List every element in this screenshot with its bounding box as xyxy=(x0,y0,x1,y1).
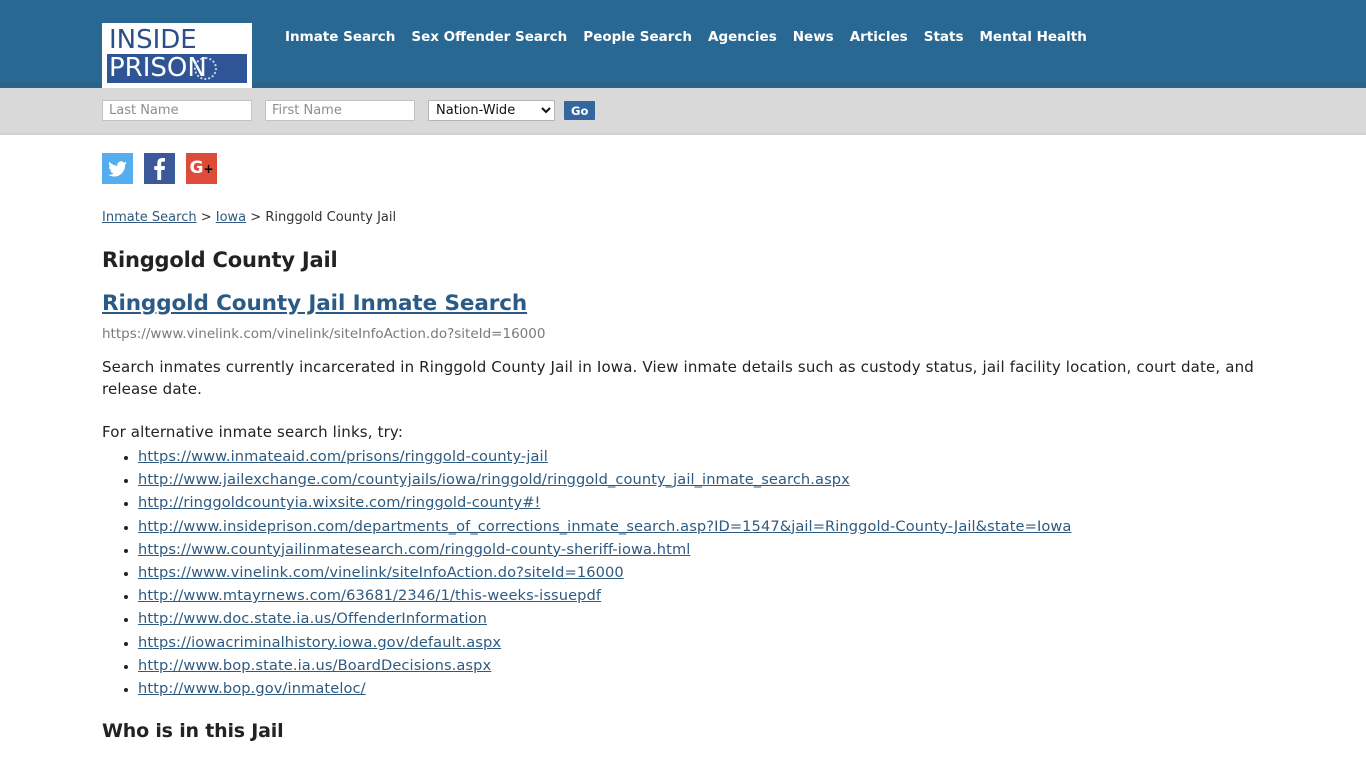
list-item: http://www.bop.state.ia.us/BoardDecision… xyxy=(138,654,1264,677)
twitter-icon[interactable] xyxy=(102,153,133,184)
chain-ring-icon xyxy=(194,57,217,80)
primary-inmate-search-link[interactable]: Ringgold County Jail Inmate Search xyxy=(102,291,527,317)
breadcrumb-separator-1: > xyxy=(196,210,216,225)
nav-item-inmate-search[interactable]: Inmate Search xyxy=(285,29,411,46)
site-header: INSIDE PRISON Inmate Search Sex Offender… xyxy=(0,0,1366,88)
googleplus-icon[interactable]: G + xyxy=(186,153,217,184)
alt-link[interactable]: https://www.countyjailinmatesearch.com/r… xyxy=(138,541,690,558)
breadcrumb-link-inmate-search[interactable]: Inmate Search xyxy=(102,210,197,225)
last-name-input[interactable] xyxy=(102,100,252,121)
list-item: http://www.insideprison.com/departments_… xyxy=(138,515,1264,538)
list-item: https://www.countyjailinmatesearch.com/r… xyxy=(138,538,1264,561)
nav-item-articles[interactable]: Articles xyxy=(850,29,924,46)
main-navigation: Inmate Search Sex Offender Search People… xyxy=(285,29,1087,46)
list-item: http://www.jailexchange.com/countyjails/… xyxy=(138,468,1264,491)
alt-link[interactable]: https://www.inmateaid.com/prisons/ringgo… xyxy=(138,448,548,465)
alt-link[interactable]: https://iowacriminalhistory.iowa.gov/def… xyxy=(138,634,501,651)
breadcrumb-current: Ringgold County Jail xyxy=(265,210,397,225)
alt-link[interactable]: http://www.bop.state.ia.us/BoardDecision… xyxy=(138,657,491,674)
logo-bottom-row: PRISON xyxy=(107,54,247,83)
logo-text-inside: INSIDE xyxy=(109,25,197,55)
list-item: https://www.vinelink.com/vinelink/siteIn… xyxy=(138,561,1264,584)
nav-item-sex-offender-search[interactable]: Sex Offender Search xyxy=(411,29,583,46)
social-share-bar: G + xyxy=(102,135,1264,184)
list-item: http://www.mtayrnews.com/63681/2346/1/th… xyxy=(138,584,1264,607)
alt-link[interactable]: http://www.bop.gov/inmateloc/ xyxy=(138,680,366,697)
list-item: https://www.inmateaid.com/prisons/ringgo… xyxy=(138,445,1264,468)
list-item: http://ringgoldcountyia.wixsite.com/ring… xyxy=(138,491,1264,514)
alt-link[interactable]: http://www.doc.state.ia.us/OffenderInfor… xyxy=(138,610,487,627)
page-description: Search inmates currently incarcerated in… xyxy=(102,358,1254,398)
list-item: https://iowacriminalhistory.iowa.gov/def… xyxy=(138,631,1264,654)
googleplus-glyph: G xyxy=(189,158,204,178)
alt-links-intro: For alternative inmate search links, try… xyxy=(102,423,404,441)
search-scope-select[interactable]: Nation-Wide xyxy=(428,100,555,121)
quick-search-bar: Nation-Wide Go xyxy=(0,88,1366,135)
alt-link[interactable]: http://www.insideprison.com/departments_… xyxy=(138,518,1071,535)
page-title: Ringgold County Jail xyxy=(102,248,338,272)
nav-item-news[interactable]: News xyxy=(793,29,850,46)
logo-top-row: INSIDE xyxy=(107,27,247,54)
alt-link[interactable]: https://www.vinelink.com/vinelink/siteIn… xyxy=(138,564,624,581)
primary-link-url: https://www.vinelink.com/vinelink/siteIn… xyxy=(102,326,546,342)
nav-item-agencies[interactable]: Agencies xyxy=(708,29,793,46)
main-content: G + Inmate Search > Iowa > Ringgold Count… xyxy=(0,135,1366,743)
breadcrumb: Inmate Search > Iowa > Ringgold County J… xyxy=(102,210,1264,226)
search-go-button[interactable]: Go xyxy=(564,101,596,120)
site-logo[interactable]: INSIDE PRISON xyxy=(102,23,252,88)
logo-text-prison: PRISON xyxy=(109,54,207,83)
alt-link[interactable]: http://www.jailexchange.com/countyjails/… xyxy=(138,471,850,488)
googleplus-plus-glyph: + xyxy=(203,161,214,176)
nav-item-stats[interactable]: Stats xyxy=(924,29,980,46)
facebook-icon[interactable] xyxy=(144,153,175,184)
nav-item-people-search[interactable]: People Search xyxy=(583,29,708,46)
alt-link[interactable]: http://www.mtayrnews.com/63681/2346/1/th… xyxy=(138,587,601,604)
alternative-links-list: https://www.inmateaid.com/prisons/ringgo… xyxy=(102,445,1264,700)
list-item: http://www.bop.gov/inmateloc/ xyxy=(138,677,1264,700)
list-item: http://www.doc.state.ia.us/OffenderInfor… xyxy=(138,607,1264,630)
first-name-input[interactable] xyxy=(265,100,415,121)
alt-link[interactable]: http://ringgoldcountyia.wixsite.com/ring… xyxy=(138,494,540,511)
breadcrumb-link-iowa[interactable]: Iowa xyxy=(216,210,246,225)
nav-item-mental-health[interactable]: Mental Health xyxy=(980,29,1087,46)
breadcrumb-separator-2: > xyxy=(246,210,266,225)
section-title-who-is-in-this-jail: Who is in this Jail xyxy=(102,720,284,743)
